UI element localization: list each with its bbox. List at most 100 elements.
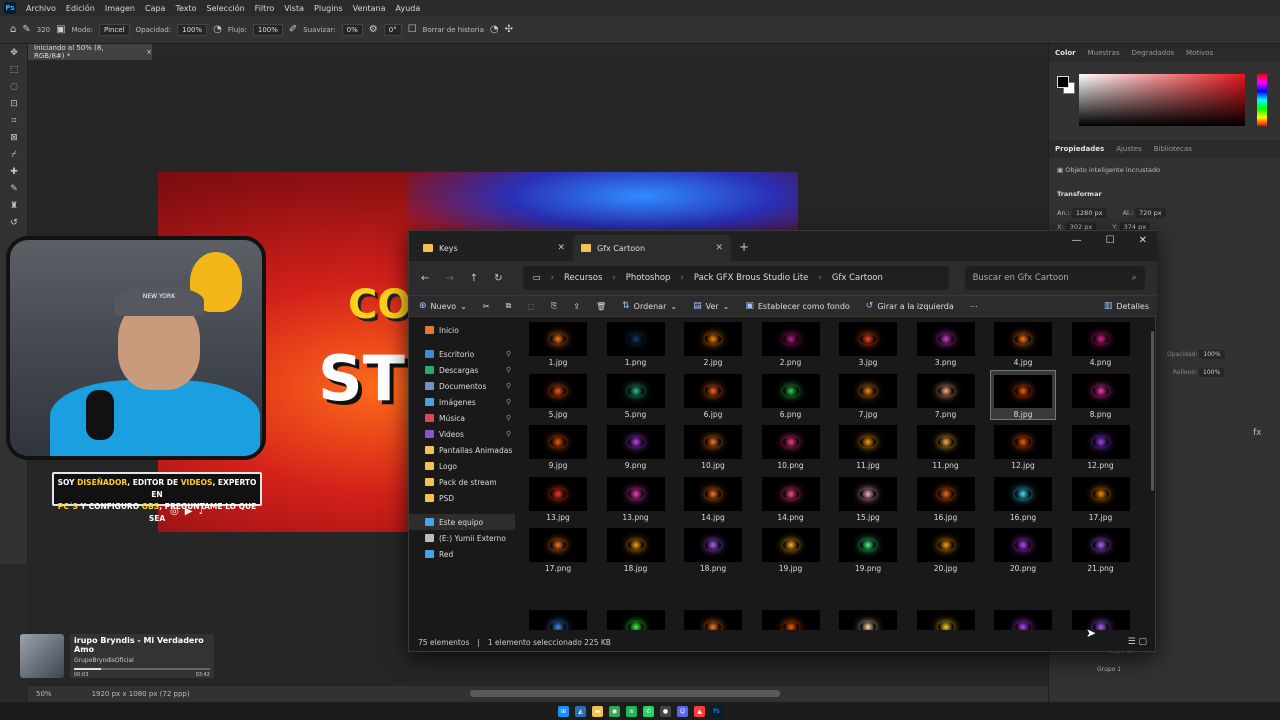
brush-settings-icon[interactable]: ▣ [56,24,65,35]
forward-icon[interactable]: → [445,273,453,284]
tab-motivos[interactable]: Motivos [1186,49,1213,57]
close-tab-icon[interactable]: ✕ [715,243,723,253]
address-bar[interactable]: ▭ › Recursos › Photoshop › Pack GFX Brou… [522,266,949,290]
file-item[interactable]: 14.jpg [680,473,746,523]
select-tool-icon[interactable]: ⊡ [0,95,28,112]
cut-icon[interactable]: ✂ [483,302,490,311]
file-item[interactable]: 9.png [603,421,669,471]
tab-ajustes[interactable]: Ajustes [1116,145,1142,153]
whatsapp-icon[interactable]: ✆ [643,705,654,717]
rename-icon[interactable]: ⎘ [551,301,557,311]
breadcrumb-gfx[interactable]: Gfx Cartoon [832,273,883,283]
file-item[interactable]: 11.jpg [835,421,901,471]
minimize-icon[interactable]: — [1072,235,1082,246]
copy-icon[interactable]: ⧉ [506,301,512,311]
file-item[interactable]: 10.png [758,421,824,471]
fx-icon[interactable]: fx [1253,428,1262,438]
pin-icon[interactable]: ⚲ [506,382,511,390]
menu-archivo[interactable]: Archivo [21,4,61,13]
breadcrumb-recursos[interactable]: Recursos [564,273,602,283]
pin-icon[interactable]: ⚲ [506,350,511,358]
nav-item[interactable]: Logo [409,458,515,474]
delete-icon[interactable]: 🗑 [596,302,606,311]
pin-icon[interactable]: ⚲ [506,430,511,438]
file-item[interactable]: 2.jpg [680,318,746,368]
discord-icon[interactable]: ☺ [677,705,688,717]
file-item[interactable]: 4.png [1068,318,1134,368]
menu-texto[interactable]: Texto [170,4,201,13]
menu-seleccion[interactable]: Selección [202,4,250,13]
nav-item[interactable]: Videos ⚲ [409,426,515,442]
file-item[interactable]: 18.jpg [603,524,669,574]
up-icon[interactable]: ↑ [470,273,478,284]
view-button[interactable]: ▤ Ver ⌄ [693,301,729,311]
nav-item[interactable]: Pack de stream [409,474,515,490]
marquee-tool-icon[interactable]: ⬚ [0,61,28,78]
nav-item[interactable]: PSD [409,490,515,506]
history-brush-tool-icon[interactable]: ↺ [0,214,28,231]
layers-opacity-field[interactable]: 100% [1199,350,1225,359]
nav-item[interactable]: Red [409,546,515,562]
tab-degradados[interactable]: Degradados [1132,49,1174,57]
file-item[interactable]: 19.png [835,524,901,574]
mode-select[interactable]: Pincel [99,23,130,36]
file-item[interactable] [603,606,669,630]
file-item[interactable]: 13.png [603,473,669,523]
pressure-opacity-icon[interactable]: ◔ [213,24,222,35]
tab-gfx-cartoon[interactable]: Gfx Cartoon ✕ [573,235,731,261]
file-item[interactable]: 8.jpg [990,369,1056,420]
menu-vista[interactable]: Vista [279,4,309,13]
nav-item[interactable]: Imágenes ⚲ [409,394,515,410]
pin-icon[interactable]: ⚲ [506,414,511,422]
sort-button[interactable]: ⇅ Ordenar ⌄ [622,301,677,311]
menu-capa[interactable]: Capa [140,4,170,13]
nav-item[interactable]: Escritorio ⚲ [409,346,515,362]
file-item[interactable]: 4.jpg [990,318,1056,368]
file-item[interactable]: 8.png [1068,370,1134,420]
flow-field[interactable]: 100% [252,23,283,36]
canvas-scrollbar[interactable] [470,690,780,697]
nav-item[interactable]: Inicio [409,322,515,338]
home-icon[interactable]: ⌂ [10,24,16,35]
nav-item[interactable]: Este equipo [409,514,515,530]
file-item[interactable]: 2.png [758,318,824,368]
file-item[interactable]: 13.jpg [525,473,591,523]
refresh-icon[interactable]: ↻ [494,273,502,284]
file-item[interactable]: 3.jpg [835,318,901,368]
file-item[interactable]: 12.jpg [990,421,1056,471]
file-item[interactable]: 6.png [758,370,824,420]
breadcrumb-pack[interactable]: Pack GFX Brous Studio Lite [694,273,809,283]
pressure-size-icon[interactable]: ◔ [490,24,499,35]
app-icon[interactable]: ▲ [694,705,705,717]
close-icon[interactable]: × [146,48,152,56]
folder-taskbar-icon[interactable]: ▬ [592,705,603,717]
healing-tool-icon[interactable]: ✚ [0,163,28,180]
file-item[interactable] [990,606,1056,630]
nav-item[interactable]: Pantallas Animadas [409,442,515,458]
file-item[interactable]: 7.png [913,370,979,420]
file-item[interactable]: 1.png [603,318,669,368]
airbrush-icon[interactable]: ✐ [289,24,297,35]
new-tab-icon[interactable]: + [739,240,749,254]
file-item[interactable] [835,606,901,630]
layers-fill-field[interactable]: 100% [1199,368,1225,377]
angle-field[interactable]: 0° [383,23,402,36]
file-grid-scrollbar[interactable] [1151,331,1154,491]
crop-tool-icon[interactable]: ⌗ [0,112,28,129]
tab-muestras[interactable]: Muestras [1088,49,1120,57]
tab-color[interactable]: Color [1055,49,1076,57]
file-item[interactable]: 5.jpg [525,370,591,420]
tab-propiedades[interactable]: Propiedades [1055,145,1104,153]
eraser-icon[interactable]: ✎ [22,24,30,35]
file-item[interactable]: 10.jpg [680,421,746,471]
file-item[interactable]: 20.png [990,524,1056,574]
photoshop-taskbar-icon[interactable]: Ps [711,705,722,717]
frame-tool-icon[interactable]: ⊠ [0,129,28,146]
rotate-left-button[interactable]: ↺ Girar a la izquierda [866,301,954,311]
lasso-tool-icon[interactable]: ◌ [0,78,28,95]
pin-icon[interactable]: ⚲ [506,398,511,406]
photoshop-logo-icon[interactable]: Ps [4,2,16,14]
smooth-field[interactable]: 0% [341,23,363,36]
file-item[interactable]: 16.png [990,473,1056,523]
file-item[interactable]: 17.png [525,524,591,574]
